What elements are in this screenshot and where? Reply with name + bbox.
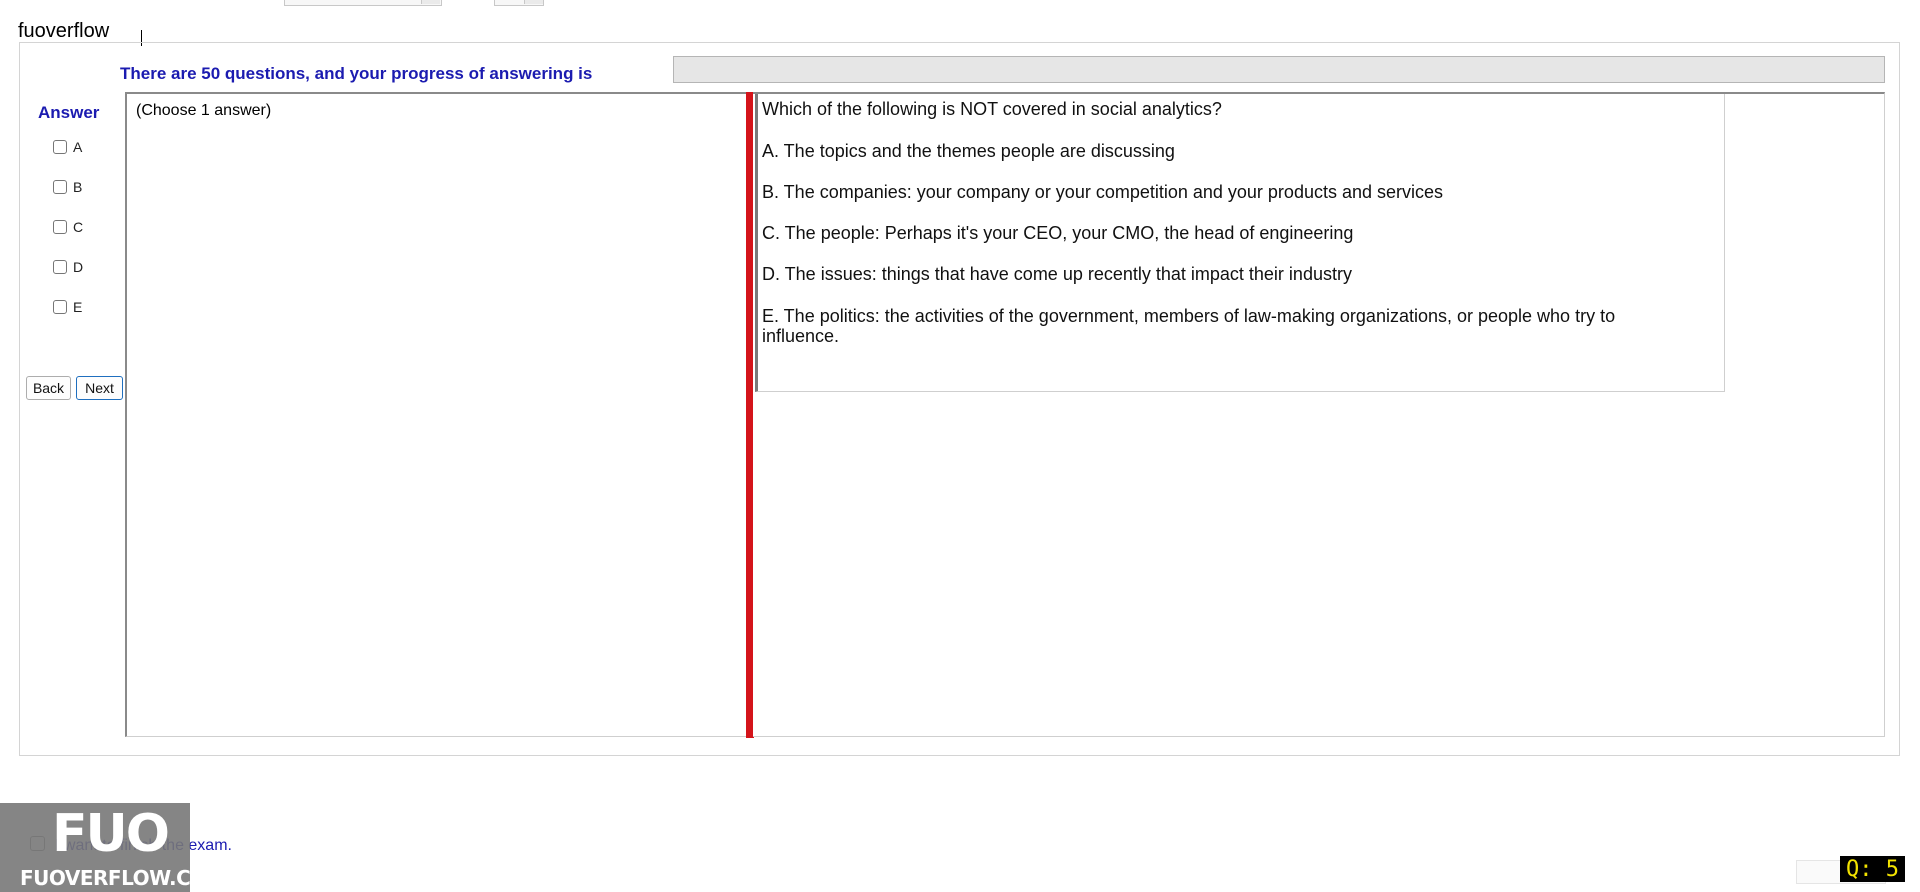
progress-label: There are 50 questions, and your progres… [120,64,593,83]
choice-e: E. The politics: the activities of the g… [762,306,1616,346]
question-box [755,94,1725,392]
answer-option-b[interactable]: B [53,179,82,195]
answer-heading: Answer [38,103,100,122]
option-label: C [73,219,84,235]
exam-timer: 55:54 [644,0,797,8]
watermark-site: FUOVERFLOW.COM [20,866,227,890]
top-spinner-button[interactable] [524,0,543,4]
progress-bar [673,56,1885,83]
brand-text: fuoverflow [18,20,110,42]
back-button[interactable]: Back [26,376,71,400]
option-label: D [73,259,84,275]
next-button[interactable]: Next [76,376,123,400]
choose-instructions: (Choose 1 answer) [136,102,272,119]
instructions-panel [125,92,749,737]
checkbox[interactable] [53,260,67,274]
choice-b: B. The companies: your company or your c… [762,182,1444,202]
checkbox[interactable] [53,180,67,194]
option-label: E [73,299,83,315]
question-counter: Q: 5 [1840,856,1905,882]
checkbox[interactable] [53,220,67,234]
top-select[interactable] [284,0,442,6]
choice-a: A. The topics and the themes people are … [762,141,1175,161]
checkbox[interactable] [53,300,67,314]
choice-c: C. The people: Perhaps it's your CEO, yo… [762,223,1354,243]
answer-option-d[interactable]: D [53,259,83,275]
watermark-mark: FUO [52,804,170,864]
answer-option-a[interactable]: A [53,139,82,155]
choice-d: D. The issues: things that have come up … [762,264,1352,284]
option-label: A [73,139,83,155]
top-select-dropdown-button[interactable] [421,0,440,4]
option-label: B [73,179,83,195]
answer-option-c[interactable]: C [53,219,83,235]
answer-option-e[interactable]: E [53,299,82,315]
question-text: Which of the following is NOT covered in… [762,99,1222,119]
checkbox[interactable] [53,140,67,154]
